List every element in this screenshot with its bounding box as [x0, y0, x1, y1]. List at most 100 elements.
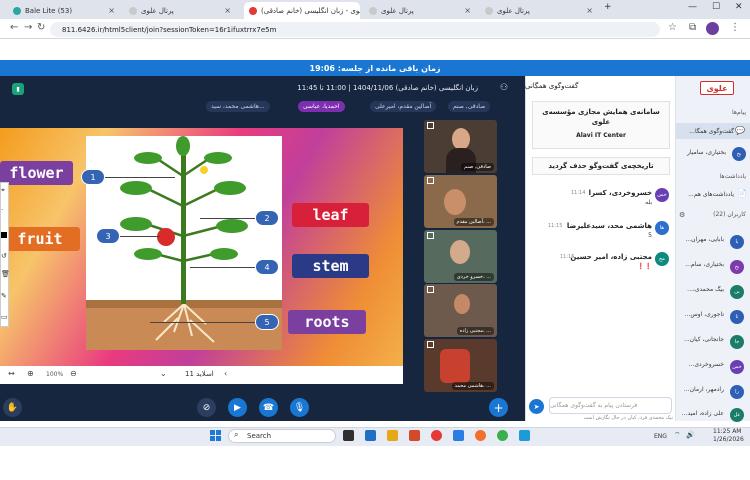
notes-heading: یادداشت‌ها [719, 173, 746, 180]
pen-tool-icon[interactable]: · [1, 206, 3, 214]
user-avatar: بخ [730, 260, 744, 274]
globe-icon [129, 6, 137, 15]
chrome-icon[interactable] [431, 430, 442, 441]
windows-start-icon[interactable] [210, 430, 221, 441]
input-language[interactable]: ENG [654, 433, 667, 440]
telegram-icon[interactable] [519, 430, 530, 441]
expand-icon[interactable] [427, 232, 434, 239]
globe-icon [485, 6, 493, 15]
globe-icon [369, 6, 377, 15]
next-slide-icon[interactable]: ‹ [224, 369, 227, 378]
pencil-icon[interactable]: ✎ [1, 292, 7, 300]
camera-button[interactable]: ▶ [228, 398, 247, 417]
expand-icon[interactable] [427, 122, 434, 129]
user-avatar: تا [730, 310, 744, 324]
actions-plus-button[interactable]: + [489, 398, 508, 417]
mic-button[interactable]: 🎙 [290, 398, 309, 417]
vscode-icon[interactable] [453, 430, 464, 441]
user-avatar: بی [730, 285, 744, 299]
firefox-icon[interactable] [475, 430, 486, 441]
expand-icon[interactable] [427, 286, 434, 293]
tab-portal-1[interactable]: پرتال علوی × [124, 2, 236, 19]
close-icon[interactable]: × [220, 6, 231, 15]
tab-portal-2[interactable]: پرتال علوی × [364, 2, 476, 19]
taskbar-search[interactable]: Search [228, 429, 336, 443]
chat-message-input[interactable]: فرستادن پیام به گفت‌وگوی همگانی [549, 397, 672, 414]
alavi-logo: علوی [700, 81, 734, 95]
zoom-in-icon[interactable]: ⊕ [27, 369, 34, 378]
chat-text: ❗❗ [637, 263, 652, 270]
forward-icon[interactable]: → [24, 22, 32, 33]
expand-icon[interactable] [427, 341, 434, 348]
file-explorer-icon[interactable] [387, 430, 398, 441]
video-tile-1[interactable]: صادقی, صنم [424, 120, 497, 173]
chat-sender: مجتبی زاده، امیر حسین [570, 253, 652, 261]
maximize-icon[interactable]: ☐ [712, 2, 720, 12]
talker-pill-4: هاشمی محمد، سید... [206, 101, 270, 112]
undo-icon[interactable]: ↺ [1, 252, 7, 260]
close-icon[interactable]: × [582, 6, 593, 15]
chat-avatar: خس [655, 188, 669, 202]
video-tile-5[interactable]: هاشمی محمد، ... [424, 339, 497, 392]
zoom-out-icon[interactable]: ⊖ [70, 369, 77, 378]
video-tile-4[interactable]: مجتبی زاده، ... [424, 284, 497, 337]
settings-gear-icon[interactable]: ⚙ [679, 211, 685, 219]
slide-page-select[interactable]: اسلاید 11 [185, 370, 214, 378]
messages-heading: پیام‌ها [731, 109, 746, 116]
chat-title: گفت‌وگوی همگانی [525, 82, 579, 90]
users-toggle-icon[interactable]: ⚇ [500, 83, 508, 93]
close-icon[interactable]: × [460, 6, 471, 15]
screen: Bale Lite (53) × پرتال علوی × علوی - زبا… [0, 0, 750, 480]
chat-avatar: مج [655, 252, 669, 266]
pointer-tool-icon[interactable]: ⌖ [1, 186, 5, 195]
chat-options-icon[interactable]: ⋮ [532, 81, 540, 90]
send-button[interactable]: ➤ [529, 399, 544, 414]
extensions-icon[interactable]: ⧉ [689, 22, 696, 33]
typing-indicator: نیک محمدی فرد، کیان در حال نگارش است [583, 415, 673, 421]
raise-hand-button[interactable]: ✋ [3, 398, 22, 417]
app-icon[interactable] [365, 430, 376, 441]
participant-face [454, 294, 470, 314]
chat-bubble-icon: 💬 [735, 126, 745, 135]
video-tile-3[interactable]: خسرو خردی، ... [424, 230, 497, 283]
search-icon: ⌕ [234, 430, 239, 439]
tab-portal-3[interactable]: پرتال علوی × [480, 2, 598, 19]
url-input[interactable]: 811.6426.ir/html5client/join?sessionToke… [50, 22, 660, 37]
clock-date: 1/26/2026 [713, 436, 744, 443]
talker-pill-2: آصالین مقدم، امیرعلی [370, 101, 437, 112]
word-flower: flower [0, 161, 73, 185]
profile-avatar[interactable] [706, 22, 719, 35]
expand-icon[interactable] [427, 177, 434, 184]
trash-icon[interactable]: 🗑 [1, 270, 10, 278]
tab-alavi-class[interactable]: علوی - زبان انگلیسی (خانم صادقی) × [244, 2, 360, 19]
color-swatch-icon[interactable] [1, 232, 7, 238]
star-icon[interactable]: ☆ [668, 22, 677, 33]
screen-share-button[interactable]: ⊘ [197, 398, 216, 417]
new-tab-button[interactable]: + [604, 2, 612, 12]
powerpoint-icon[interactable] [409, 430, 420, 441]
chat-avatar: ها [655, 221, 669, 235]
user-avatar: را [730, 385, 744, 399]
text-tool-icon[interactable]: ▭ [1, 313, 8, 321]
video-tile-2[interactable]: آصالین مقدم، ... [424, 175, 497, 228]
window-close-icon[interactable]: ✕ [735, 2, 743, 12]
wifi-icon[interactable]: ⌔ [674, 431, 681, 440]
back-icon[interactable]: ← [10, 22, 18, 33]
tab-bale[interactable]: Bale Lite (53) × [8, 2, 120, 19]
diagram-number-4: 4 [255, 259, 279, 275]
close-icon[interactable]: × [104, 6, 115, 15]
chrome-2-icon[interactable] [497, 430, 508, 441]
menu-icon[interactable]: ⋮ [730, 22, 740, 33]
task-view-icon[interactable] [343, 430, 354, 441]
chevron-down-icon[interactable]: ⌄ [160, 369, 167, 378]
participant-face [450, 240, 470, 264]
app-logo-icon: ▮ [12, 83, 24, 95]
volume-icon[interactable]: 🔊 [686, 431, 695, 439]
fit-width-icon[interactable]: ↔ [8, 369, 15, 378]
history-cleared-notice: تاریخچه‌ی گفت‌وگو حذف گردید [532, 157, 670, 175]
phone-button[interactable]: ☎ [259, 398, 278, 417]
reload-icon[interactable]: ↻ [37, 22, 45, 33]
diagram-number-1: 1 [81, 169, 105, 185]
minimize-icon[interactable]: — [688, 2, 697, 12]
user-avatar: جا [730, 335, 744, 349]
